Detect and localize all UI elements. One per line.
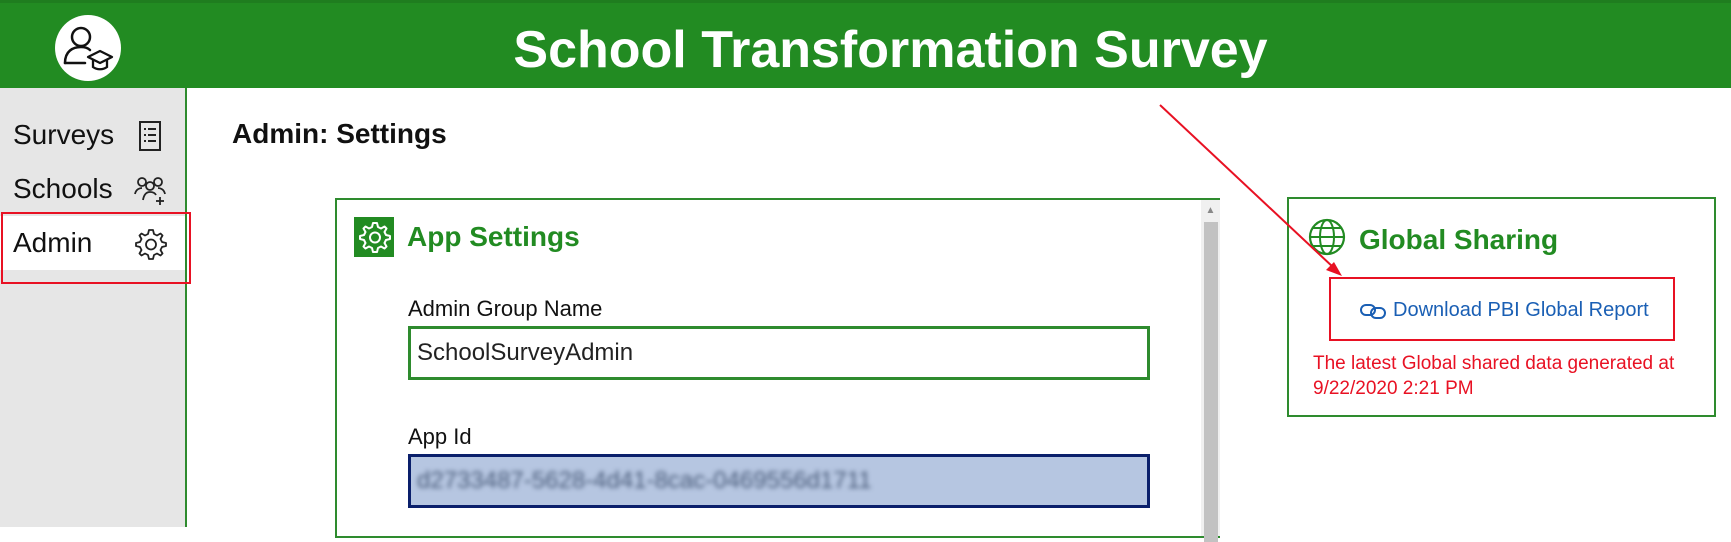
page-title: Admin: Settings <box>232 118 447 149</box>
app-settings-title: App Settings <box>407 221 580 252</box>
gear-icon <box>354 217 394 257</box>
people-add-icon <box>134 177 166 205</box>
app-id-label: App Id <box>408 424 472 449</box>
app-id-input[interactable]: d2733487-5628-4d41-8cac-0469556d1711 <box>408 454 1150 508</box>
list-icon <box>139 121 161 151</box>
app-settings-panel: App Settings Admin Group Name SchoolSurv… <box>335 198 1220 542</box>
app-header: School Transformation Survey <box>0 0 1731 88</box>
scroll-thumb[interactable] <box>1204 222 1218 542</box>
sidebar: Surveys Schools Admin <box>0 88 187 527</box>
sidebar-item-label: Schools <box>13 173 113 204</box>
admin-group-name-label: Admin Group Name <box>408 296 603 321</box>
global-data-timestamp-note: The latest Global shared data generated … <box>1313 353 1675 399</box>
scroll-up-arrow-icon[interactable]: ▲ <box>1201 203 1220 219</box>
download-highlight-box <box>1329 277 1675 341</box>
sidebar-item-schools[interactable]: Schools <box>0 162 185 216</box>
global-sharing-title: Global Sharing <box>1359 224 1559 255</box>
admin-highlight-box <box>1 212 191 284</box>
sidebar-item-surveys[interactable]: Surveys <box>0 108 185 162</box>
sidebar-item-label: Surveys <box>13 119 115 150</box>
app-title: School Transformation Survey <box>513 21 1268 79</box>
globe-icon <box>1308 218 1346 256</box>
scrollbar[interactable]: ▲ <box>1201 200 1220 542</box>
app-id-value: d2733487-5628-4d41-8cac-0469556d1711 <box>417 467 872 494</box>
admin-group-name-input[interactable]: SchoolSurveyAdmin <box>408 326 1150 380</box>
